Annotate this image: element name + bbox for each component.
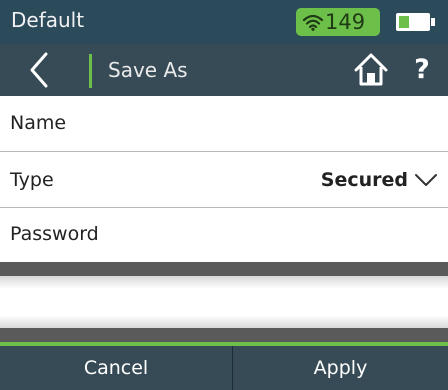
status-bar: Default 149 [0, 0, 448, 44]
wifi-icon [302, 14, 324, 31]
wifi-status-badge: 149 [296, 8, 380, 36]
type-row[interactable]: Type Secured [0, 152, 448, 208]
chevron-down-icon [415, 174, 437, 186]
password-input[interactable] [0, 276, 448, 328]
page-title: Save As [108, 58, 188, 82]
nav-divider [89, 54, 92, 88]
password-row[interactable]: Password [0, 208, 448, 262]
type-value: Secured [320, 169, 408, 191]
input-area [0, 262, 448, 342]
home-icon [354, 53, 388, 86]
apply-label: Apply [313, 357, 368, 379]
back-button[interactable] [16, 48, 66, 92]
help-button[interactable]: ? [402, 50, 442, 90]
type-label: Type [10, 169, 54, 191]
apply-button[interactable]: Apply [233, 346, 448, 390]
help-icon: ? [414, 54, 430, 85]
password-label: Password [10, 223, 99, 245]
back-chevron-icon [30, 52, 48, 88]
cancel-button[interactable]: Cancel [0, 346, 232, 390]
wifi-count: 149 [325, 10, 366, 34]
cancel-label: Cancel [83, 357, 149, 379]
nav-bar: Save As ? [0, 44, 448, 96]
name-label: Name [10, 112, 67, 134]
battery-icon [396, 13, 435, 31]
footer-bar: Cancel Apply [0, 346, 448, 390]
name-row[interactable]: Name [0, 96, 448, 152]
profile-name: Default [11, 8, 85, 32]
home-button[interactable] [350, 50, 392, 90]
